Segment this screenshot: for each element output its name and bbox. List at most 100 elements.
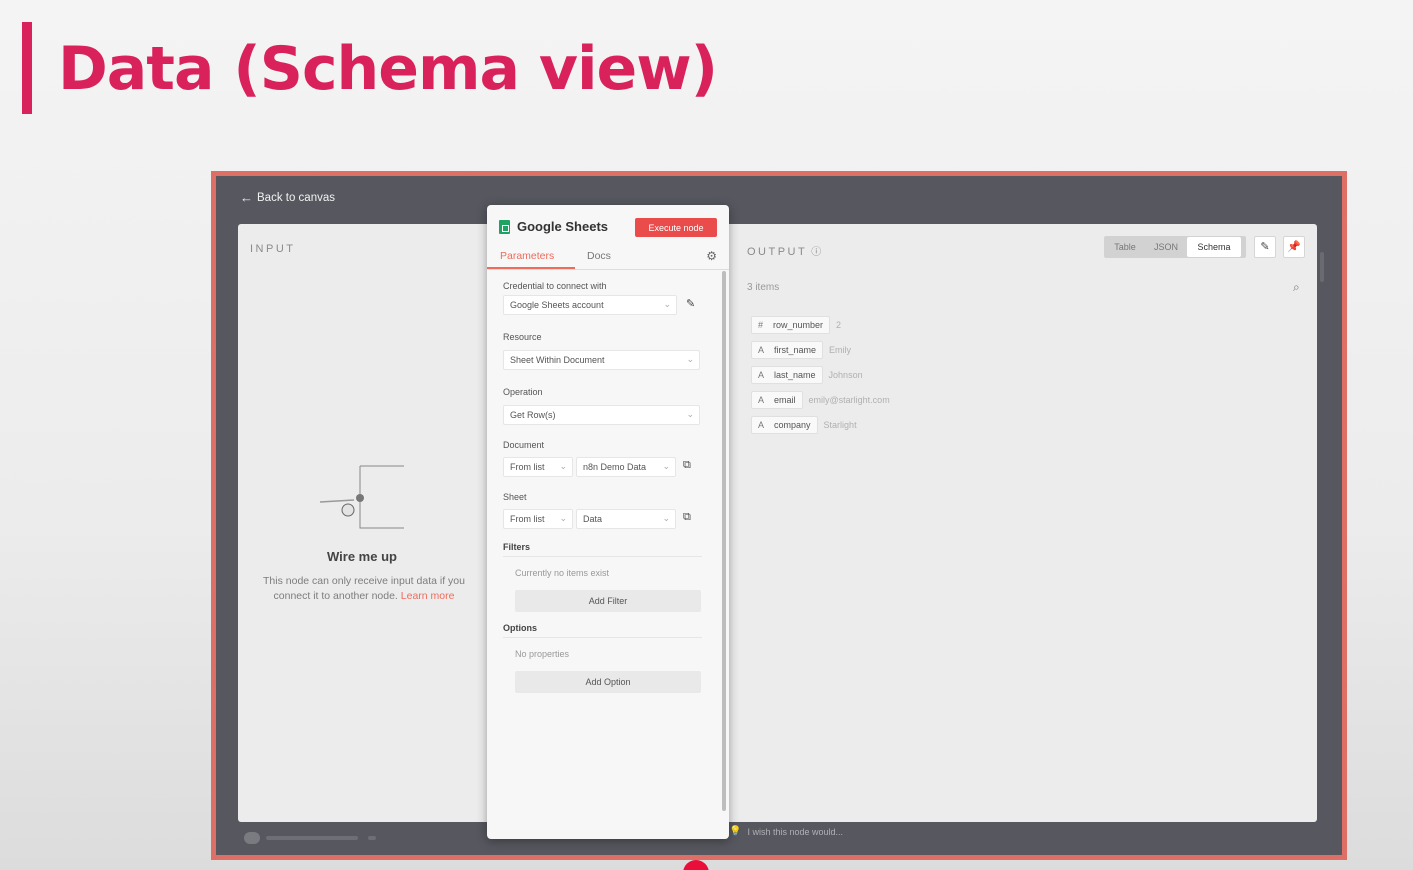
wire-description: This node can only receive input data if… [250,574,478,604]
options-empty-text: No properties [515,649,570,659]
node-editor: ← Back to canvas INPUT Wire me up This n… [216,176,1342,855]
schema-key[interactable]: Alast_name [751,365,823,384]
execute-node-button[interactable]: Execute node [635,218,717,237]
schema-key[interactable]: # row_number [751,315,831,334]
gear-icon[interactable]: ⚙ [706,249,717,263]
tab-docs[interactable]: Docs [587,250,611,262]
open-external-icon[interactable]: ⧉ [683,459,691,472]
back-to-canvas-link[interactable]: ← Back to canvas [240,190,335,205]
pencil-icon: ✎ [1260,241,1270,253]
sheet-value: Data [583,514,603,524]
credential-label: Credential to connect with [503,281,607,291]
google-sheets-icon [499,219,510,234]
feedback-text: I wish this node would... [747,826,844,837]
wire-title: Wire me up [327,549,397,564]
type-icon: A [758,369,765,380]
node-header: Google Sheets [499,219,608,234]
schema-row: Afirst_name Emily [751,337,890,362]
chevron-down-icon: ⌄ [559,461,567,471]
parameters-scrollbar[interactable] [722,271,726,811]
wire-node-icon [319,465,404,529]
input-panel: INPUT Wire me up This node can only rece… [238,224,498,822]
schema-key-label: email [774,394,796,405]
tab-parameters[interactable]: Parameters [500,250,554,262]
document-value: n8n Demo Data [583,462,647,472]
schema-key[interactable]: Aemail [751,390,803,409]
lightbulb-icon: 💡 [729,826,742,837]
parameters-form: Credential to connect with Google Sheets… [487,271,718,831]
schema-value: Johnson [828,369,863,380]
info-icon[interactable]: ⓘ [811,247,821,258]
footer-bar-small [368,836,376,840]
sheet-select[interactable]: Data ⌄ [576,509,676,529]
add-option-button[interactable]: Add Option [515,671,701,693]
add-filter-button[interactable]: Add Filter [515,590,701,612]
recording-dot [683,860,709,870]
back-label: Back to canvas [257,191,335,204]
view-table-button[interactable]: Table [1104,236,1146,258]
filters-label: Filters [503,542,531,552]
pin-icon: 📌 [1287,241,1301,253]
options-label: Options [503,623,537,633]
schema-value: Starlight [823,419,857,430]
operation-value: Get Row(s) [510,410,556,420]
resource-select[interactable]: Sheet Within Document ⌄ [503,350,700,370]
credential-value: Google Sheets account [510,300,604,310]
credential-select[interactable]: Google Sheets account ⌄ [503,295,677,315]
feedback-hint[interactable]: 💡 I wish this node would... [729,826,843,837]
divider [503,556,702,557]
pin-data-button[interactable]: 📌 [1283,236,1305,258]
sheet-label: Sheet [503,492,527,502]
output-label-text: OUTPUT [747,246,808,258]
view-json-button[interactable]: JSON [1146,236,1186,258]
learn-more-link[interactable]: Learn more [401,590,455,602]
output-label: OUTPUT ⓘ [747,243,821,258]
chevron-down-icon: ⌄ [686,409,694,419]
schema-key[interactable]: Afirst_name [751,340,824,359]
input-label: INPUT [250,243,296,255]
document-label: Document [503,440,545,450]
document-select[interactable]: n8n Demo Data ⌄ [576,457,676,477]
arrow-left-icon: ← [240,190,253,205]
resource-value: Sheet Within Document [510,355,605,365]
schema-value: Emily [829,344,852,355]
open-external-icon[interactable]: ⧉ [683,511,691,524]
type-icon: A [758,344,765,355]
resource-label: Resource [503,332,542,342]
chevron-down-icon: ⌄ [686,354,694,364]
view-schema-button[interactable]: Schema [1187,237,1241,257]
view-toggle: Table JSON Schema [1104,236,1246,258]
filters-empty-text: Currently no items exist [515,568,610,578]
chevron-down-icon: ⌄ [662,461,670,471]
schema-key[interactable]: Acompany [751,415,818,434]
edit-credential-icon[interactable]: ✎ [686,297,695,310]
schema-list: # row_number 2 Afirst_name Emily Alast_na… [751,312,890,437]
node-tabs: Parameters Docs ⚙ [487,247,729,270]
operation-select[interactable]: Get Row(s) ⌄ [503,405,700,425]
chevron-down-icon: ⌄ [559,513,567,523]
edit-output-button[interactable]: ✎ [1254,236,1276,258]
document-mode-value: From list [510,462,545,472]
input-footer [238,822,498,848]
title-accent-bar [22,22,32,114]
footer-avatar [244,832,260,844]
slide-title: Data (Schema view) [58,34,718,104]
schema-row: Aemail emily@starlight.com [751,387,890,412]
type-icon: A [758,419,765,430]
sheet-mode-select[interactable]: From list ⌄ [503,509,573,529]
document-mode-select[interactable]: From list ⌄ [503,457,573,477]
schema-key-label: first_name [774,344,817,355]
schema-row: Acompany Starlight [751,412,890,437]
panel-scrollbar[interactable] [1320,252,1324,282]
chevron-down-icon: ⌄ [662,513,670,523]
chevron-down-icon: ⌄ [663,299,671,309]
type-icon: # [758,319,764,330]
node-title: Google Sheets [517,219,609,234]
sheet-mode-value: From list [510,514,545,524]
schema-value: 2 [836,319,842,330]
items-count: 3 items [747,282,780,293]
search-icon[interactable]: ⌕ [1293,280,1300,295]
screenshot-frame: ← Back to canvas INPUT Wire me up This n… [211,171,1347,860]
schema-row: # row_number 2 [751,312,890,337]
operation-label: Operation [503,387,543,397]
